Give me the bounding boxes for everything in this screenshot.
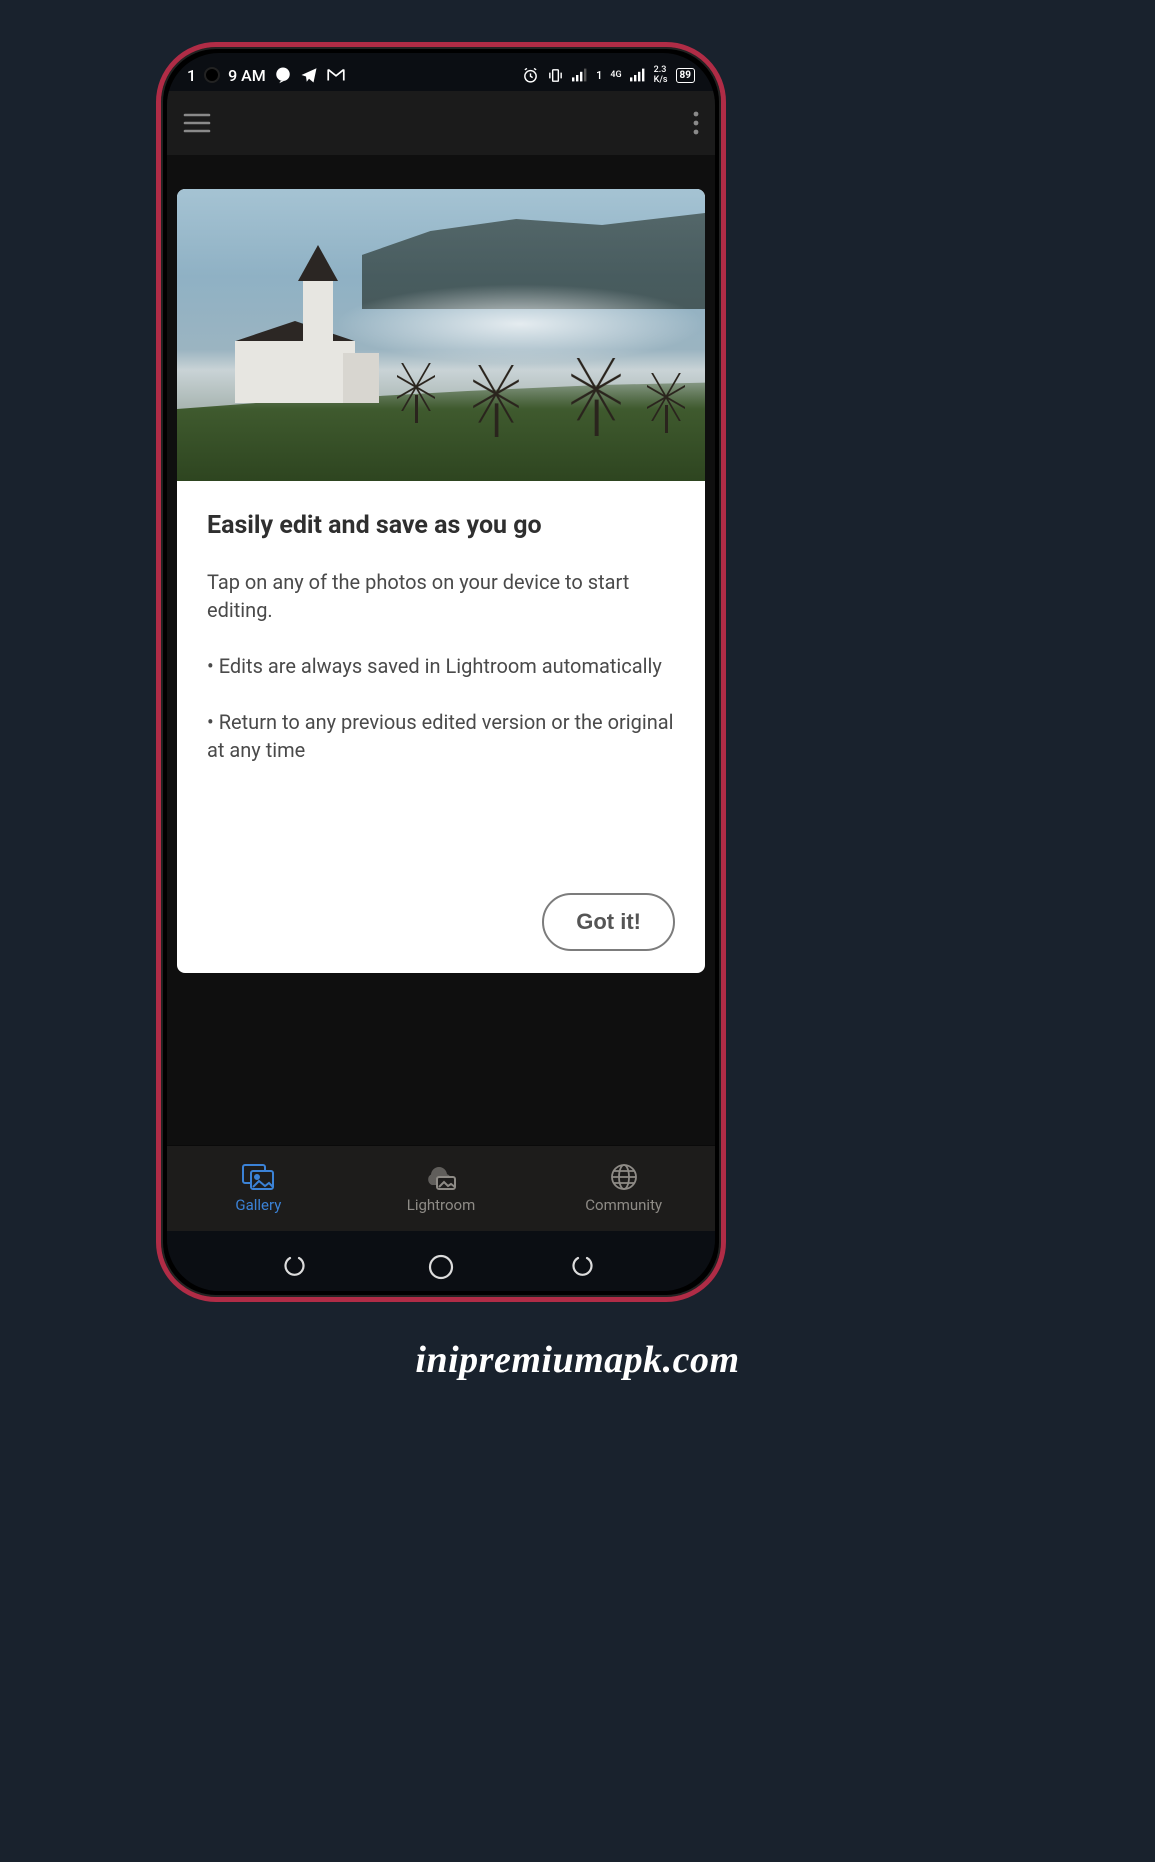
hamburger-icon[interactable] bbox=[183, 112, 211, 134]
nav-item-lightroom[interactable]: Lightroom bbox=[350, 1146, 533, 1231]
signal-icon bbox=[630, 68, 646, 82]
got-it-button[interactable]: Got it! bbox=[542, 893, 675, 951]
alarm-icon bbox=[522, 67, 539, 84]
battery-icon: 89 bbox=[676, 68, 695, 83]
kebab-icon[interactable] bbox=[693, 111, 699, 135]
gmail-icon bbox=[326, 68, 346, 82]
watermark-text: inipremiumapk.com bbox=[0, 1338, 1155, 1382]
onboarding-title: Easily edit and save as you go bbox=[207, 511, 675, 540]
status-bar-left: 1 9 AM bbox=[187, 66, 346, 85]
home-circle-icon[interactable] bbox=[427, 1253, 455, 1285]
onboarding-bullet-2: • Return to any previous edited version … bbox=[207, 708, 675, 764]
sim-slot-indicator: 1 bbox=[596, 69, 602, 82]
recent-apps-icon[interactable] bbox=[284, 1254, 310, 1284]
nav-item-community[interactable]: Community bbox=[532, 1146, 715, 1231]
app-header bbox=[167, 91, 715, 155]
nav-label: Gallery bbox=[235, 1196, 281, 1214]
vibrate-icon bbox=[547, 67, 564, 84]
gallery-icon bbox=[241, 1163, 275, 1191]
onboarding-intro: Tap on any of the photos on your device … bbox=[207, 568, 675, 624]
status-time: 9 AM bbox=[228, 66, 266, 85]
telegram-icon bbox=[300, 66, 318, 84]
cloud-photo-icon bbox=[423, 1163, 459, 1191]
bottom-nav: Gallery Lightroom Community bbox=[167, 1145, 715, 1231]
status-time-prefix: 1 bbox=[187, 66, 196, 85]
onboarding-body: Easily edit and save as you go Tap on an… bbox=[177, 481, 705, 973]
onboarding-bullet-1: • Edits are always saved in Lightroom au… bbox=[207, 652, 675, 680]
system-nav-bar bbox=[167, 1231, 715, 1291]
status-bar: 1 9 AM bbox=[167, 53, 715, 91]
signal-icon bbox=[572, 68, 588, 82]
phone-frame: 1 9 AM bbox=[156, 42, 726, 1302]
onboarding-image bbox=[177, 189, 705, 481]
network-speed-value: 2.3 bbox=[654, 65, 668, 75]
back-icon[interactable] bbox=[572, 1254, 598, 1284]
chat-bubble-icon bbox=[274, 66, 292, 84]
battery-percent: 89 bbox=[680, 70, 691, 81]
nav-item-gallery[interactable]: Gallery bbox=[167, 1146, 350, 1231]
network-speed: 2.3 K/s bbox=[654, 65, 668, 85]
camera-punch-hole bbox=[204, 67, 220, 83]
phone-screen: 1 9 AM bbox=[167, 53, 715, 1291]
onboarding-actions: Got it! bbox=[207, 893, 675, 951]
network-type: 4G bbox=[610, 70, 621, 80]
status-bar-right: 1 4G 2.3 K/s 89 bbox=[522, 65, 695, 85]
globe-icon bbox=[610, 1163, 638, 1191]
onboarding-card: Easily edit and save as you go Tap on an… bbox=[177, 189, 705, 973]
nav-label: Lightroom bbox=[407, 1196, 476, 1214]
content-area: Easily edit and save as you go Tap on an… bbox=[167, 155, 715, 1145]
nav-label: Community bbox=[585, 1196, 662, 1214]
network-speed-unit: K/s bbox=[654, 75, 668, 85]
network-type-label: 4G bbox=[610, 70, 621, 80]
